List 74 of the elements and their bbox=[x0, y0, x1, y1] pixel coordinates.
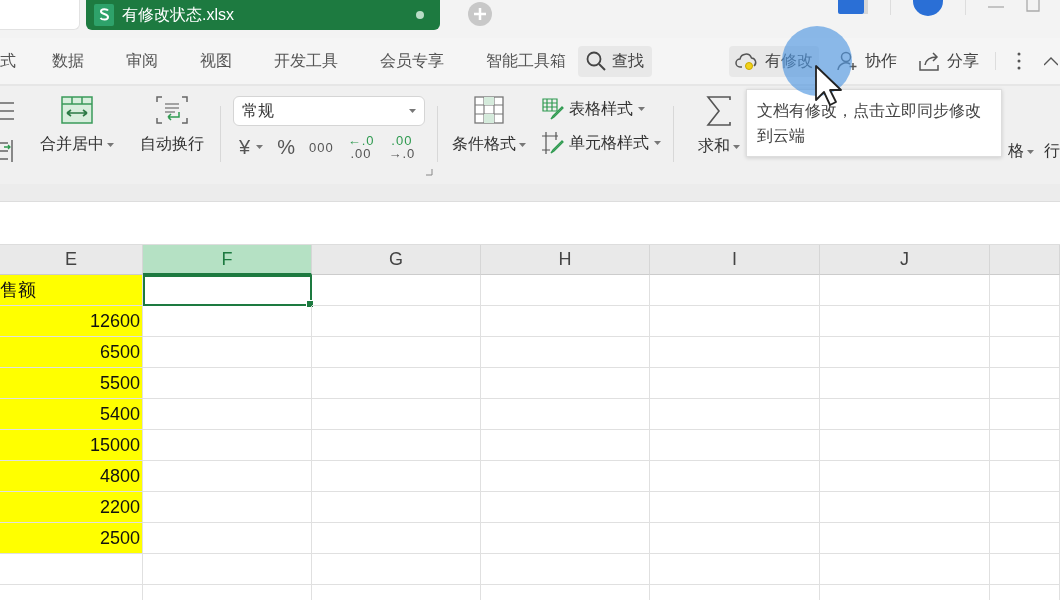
ribbon-button[interactable]: 条件格式 bbox=[446, 90, 532, 184]
table-cell bbox=[990, 337, 1060, 368]
search-icon bbox=[586, 51, 606, 71]
new-tab-icon[interactable] bbox=[468, 2, 492, 26]
search-button[interactable]: 查找 bbox=[578, 45, 652, 77]
table-cell bbox=[990, 523, 1060, 554]
table-cell bbox=[990, 430, 1060, 461]
collaborate-button[interactable]: 协作 bbox=[831, 45, 903, 77]
menu-tab[interactable]: 式 bbox=[0, 50, 16, 72]
style-button[interactable]: 表格样式 bbox=[542, 98, 661, 120]
ribbon-button[interactable]: 合并居中 bbox=[34, 90, 120, 184]
column-header[interactable] bbox=[990, 245, 1060, 275]
decimal-places-button[interactable]: ←.0 .00 bbox=[347, 134, 375, 160]
table-cell bbox=[990, 399, 1060, 430]
ribbon-button[interactable]: 自动换行 bbox=[134, 90, 210, 184]
ribbon-button[interactable]: 格 bbox=[1008, 141, 1034, 162]
share-icon bbox=[919, 51, 941, 71]
table-cell: 6500 bbox=[0, 337, 143, 368]
table-cell: 4800 bbox=[0, 461, 143, 492]
table-cell: 12600 bbox=[0, 306, 143, 337]
spreadsheet-file-icon bbox=[94, 4, 114, 26]
percent-button[interactable]: % bbox=[277, 135, 295, 159]
table-cell: 5500 bbox=[0, 368, 143, 399]
menu-tab[interactable]: 审阅 bbox=[126, 50, 158, 72]
table-cell bbox=[990, 306, 1060, 337]
number-format-dropdown[interactable]: 常规 bbox=[233, 96, 425, 126]
menu-tab[interactable]: 智能工具箱 bbox=[486, 50, 566, 72]
style-button[interactable]: 单元格样式 bbox=[542, 132, 661, 154]
conditional-format-icon bbox=[474, 96, 504, 124]
add-person-icon bbox=[837, 51, 859, 71]
caret-icon bbox=[409, 109, 416, 113]
collapse-icon[interactable] bbox=[1044, 56, 1058, 66]
column-header[interactable]: J bbox=[820, 245, 990, 275]
table-cell bbox=[990, 461, 1060, 492]
decimal-places-button[interactable]: .00 →.0 bbox=[388, 134, 416, 160]
menu-tab[interactable]: 会员专享 bbox=[380, 50, 444, 72]
share-button[interactable]: 分享 bbox=[913, 45, 985, 77]
table-style-icon bbox=[542, 98, 564, 120]
column-header[interactable]: I bbox=[650, 245, 820, 275]
column-header[interactable]: G bbox=[312, 245, 481, 275]
table-cell: 2500 bbox=[0, 523, 143, 554]
menu-tab[interactable]: 开发工具 bbox=[274, 50, 338, 72]
table-cell bbox=[990, 554, 1060, 585]
cloud-icon bbox=[735, 51, 759, 71]
currency-button[interactable]: ¥ bbox=[239, 135, 264, 159]
table-cell: 售额 bbox=[0, 275, 143, 306]
menu-tab[interactable]: 视图 bbox=[200, 50, 232, 72]
document-tab[interactable]: 有修改状态.xlsx bbox=[86, 0, 440, 30]
avatar-icon[interactable] bbox=[913, 0, 943, 16]
ribbon-button[interactable]: 求和 bbox=[692, 90, 746, 184]
thousands-separator-button[interactable]: 000 bbox=[308, 140, 334, 154]
formula-bar[interactable] bbox=[0, 201, 1060, 245]
tooltip: 文档有修改，点击立即同步修改到云端 bbox=[746, 89, 1002, 157]
cell-style-icon bbox=[542, 132, 564, 154]
column-header[interactable]: E bbox=[0, 245, 143, 275]
sum-icon bbox=[706, 96, 732, 126]
align-icon[interactable] bbox=[0, 100, 14, 122]
ribbon-button[interactable]: 行 bbox=[1044, 141, 1060, 162]
column-header[interactable]: H bbox=[481, 245, 650, 275]
table-cell bbox=[990, 492, 1060, 523]
column-header[interactable]: F bbox=[143, 245, 312, 275]
dialog-launcher-icon[interactable] bbox=[426, 169, 433, 176]
app-badge-icon[interactable] bbox=[838, 0, 868, 14]
menu-tab[interactable]: 数据 bbox=[52, 50, 84, 72]
table-cell: 5400 bbox=[0, 399, 143, 430]
table-cell bbox=[990, 275, 1060, 306]
table-cell bbox=[990, 368, 1060, 399]
table-cell: 2200 bbox=[0, 492, 143, 523]
maximize-icon[interactable] bbox=[1026, 0, 1040, 12]
table-cell: 15000 bbox=[0, 430, 143, 461]
indent-icon[interactable] bbox=[0, 140, 14, 162]
previous-tab[interactable] bbox=[0, 0, 80, 30]
wrap-text-icon bbox=[156, 96, 188, 124]
merge-cells-icon bbox=[61, 96, 93, 124]
